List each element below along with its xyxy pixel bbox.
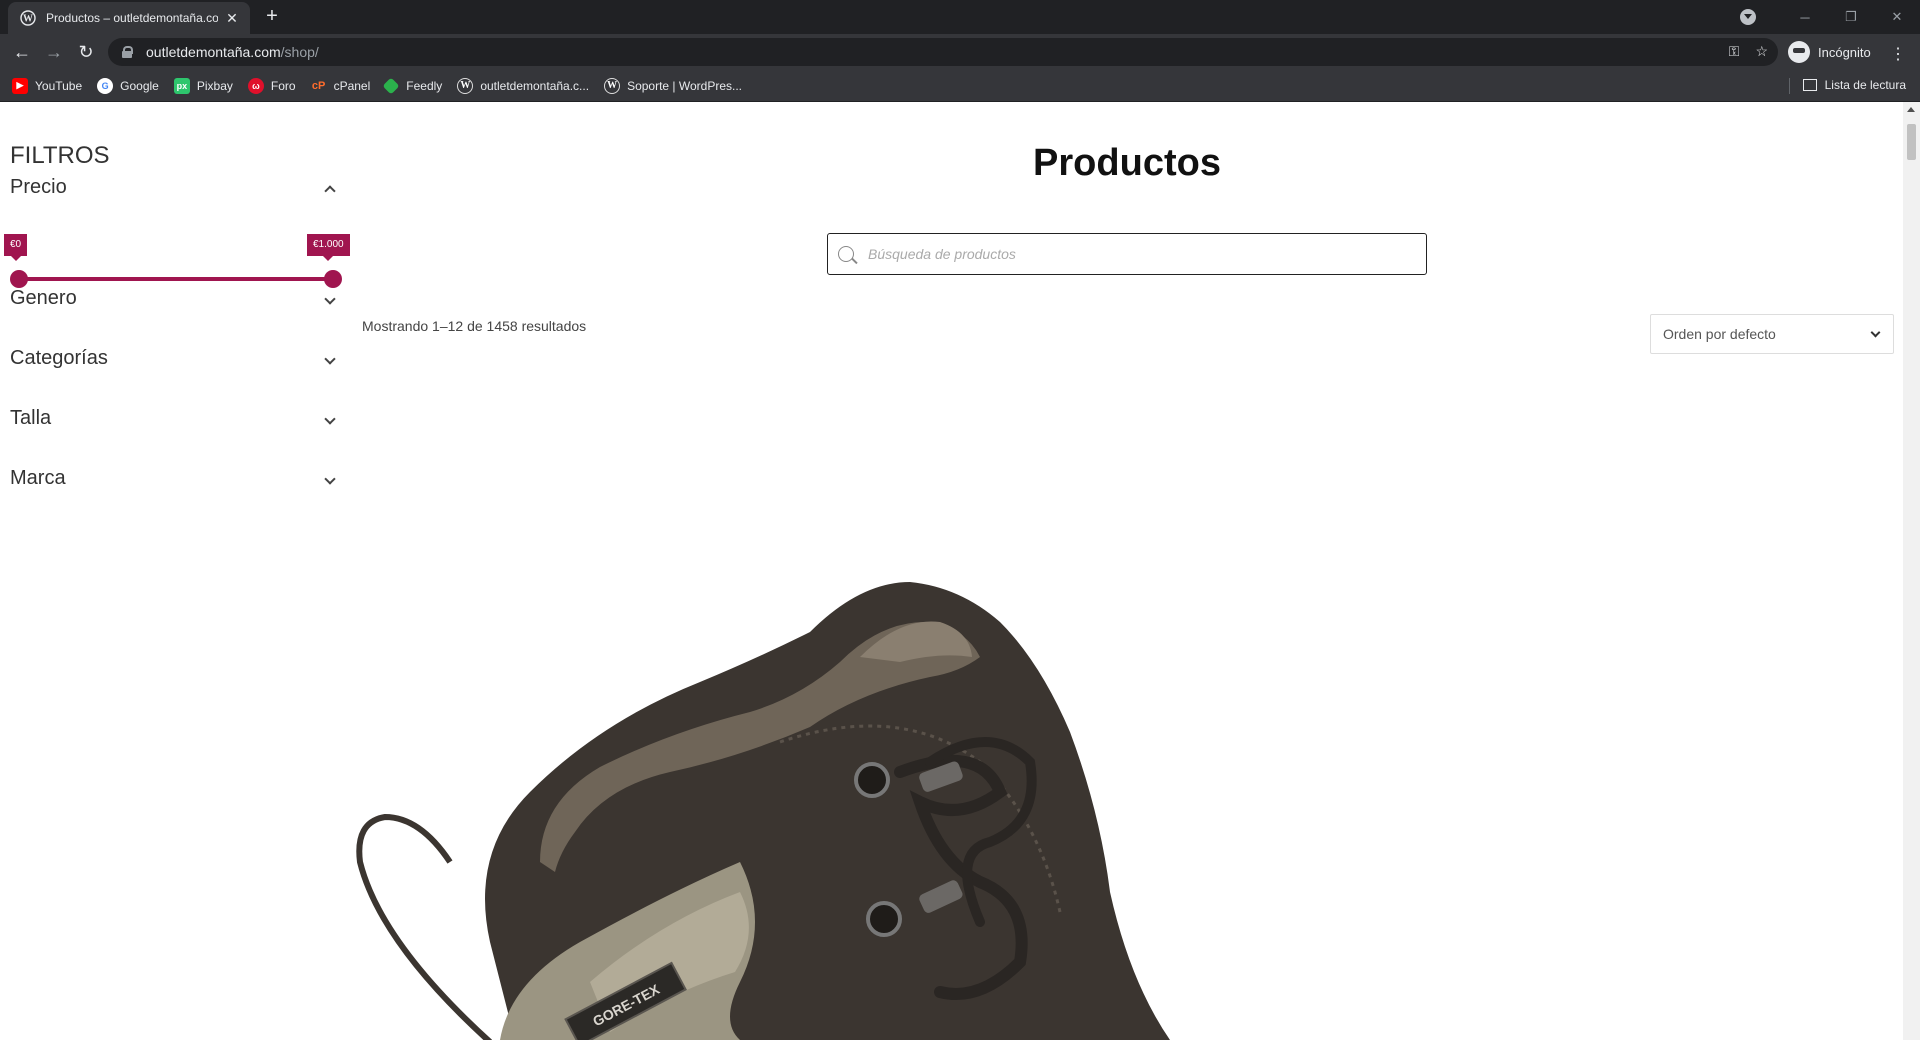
divider	[1789, 78, 1790, 94]
chevron-down-icon	[1870, 327, 1881, 337]
page-title: Productos	[1033, 142, 1221, 184]
chevron-down-icon	[324, 352, 336, 365]
minimize-icon[interactable]: ─	[1782, 0, 1828, 34]
facet-marca[interactable]: Marca	[10, 467, 340, 490]
chevron-up-icon	[324, 184, 336, 197]
pixabay-icon: px	[173, 77, 190, 94]
profile-label: Incógnito	[1818, 44, 1871, 60]
bookmark-label: cPanel	[333, 78, 371, 93]
facet-label: Genero	[10, 287, 77, 309]
bookmark-star-icon[interactable]: ☆	[1755, 43, 1768, 60]
product-search[interactable]	[827, 233, 1427, 275]
chevron-down-icon	[324, 472, 336, 485]
price-filter-header[interactable]: Precio	[10, 176, 340, 199]
url-path: /shop/	[280, 44, 319, 60]
facet-label: Marca	[10, 467, 66, 489]
price-min-handle[interactable]	[10, 270, 28, 288]
incognito-icon	[1788, 41, 1810, 63]
incognito-profile-button[interactable]: Incógnito	[1788, 39, 1871, 65]
bookmarks-bar: ▶ YouTube G Google px Pixbay ω Foro cP c…	[0, 70, 1920, 102]
scrollbar-thumb[interactable]	[1907, 124, 1916, 160]
web-page: FILTROS Precio €0 €1.000 Genero Categorí…	[0, 102, 1920, 1040]
chevron-down-icon	[324, 292, 336, 305]
feedly-icon	[382, 77, 400, 94]
facet-genero[interactable]: Genero	[10, 287, 340, 310]
bookmark-soporte-wordpress[interactable]: W Soporte | WordPres...	[604, 77, 743, 94]
browser-tab-active[interactable]: W Productos – outletdemontaña.co ✕	[8, 2, 250, 34]
bookmark-label: Soporte | WordPres...	[627, 78, 743, 93]
close-tab-icon[interactable]: ✕	[224, 10, 240, 27]
cpanel-icon: cP	[311, 79, 326, 92]
wordpress-icon: W	[604, 77, 621, 94]
price-max-handle[interactable]	[324, 270, 342, 288]
tab-search-icon[interactable]	[1740, 9, 1756, 25]
bookmark-label: outletdemontaña.c...	[480, 78, 590, 93]
wordpress-icon: W	[20, 10, 36, 26]
address-bar[interactable]: outletdemontaña.com /shop/ ⚿ ☆	[108, 38, 1778, 66]
results-count: Mostrando 1–12 de 1458 resultados	[362, 318, 587, 334]
scroll-up-icon[interactable]	[1907, 107, 1915, 112]
wordpress-icon: W	[457, 77, 474, 94]
price-max-tooltip: €1.000	[307, 234, 350, 261]
price-min-tooltip: €0	[4, 234, 28, 261]
reading-list-icon	[1802, 79, 1817, 91]
bookmark-pixbay[interactable]: px Pixbay	[173, 77, 233, 94]
svg-text:W: W	[23, 14, 33, 25]
bookmark-foro[interactable]: ω Foro	[247, 77, 296, 94]
bookmark-google[interactable]: G Google	[97, 77, 159, 94]
browser-toolbar: ← → ↻ outletdemontaña.com /shop/ ⚿ ☆ Inc…	[0, 34, 1920, 70]
back-icon[interactable]: ←	[10, 40, 34, 64]
youtube-icon: ▶	[12, 77, 28, 94]
reading-list-label: Lista de lectura	[1824, 78, 1906, 92]
sort-label: Orden por defecto	[1663, 326, 1776, 342]
restore-icon[interactable]: ❐	[1828, 0, 1874, 34]
tab-title: Productos – outletdemontaña.co	[46, 11, 218, 25]
facet-talla[interactable]: Talla	[10, 407, 340, 430]
filters-sidebar: FILTROS Precio €0 €1.000 Genero Categorí…	[4, 142, 350, 489]
key-icon[interactable]: ⚿	[1729, 43, 1740, 60]
bookmark-cpanel[interactable]: cP cPanel	[311, 78, 371, 94]
url-host: outletdemontaña.com	[146, 44, 281, 60]
tab-strip: W Productos – outletdemontaña.co ✕ + ─ ❐…	[0, 0, 1920, 34]
bookmark-feedly[interactable]: Feedly	[382, 77, 443, 94]
menu-icon[interactable]: ⋮	[1890, 44, 1906, 64]
new-tab-icon[interactable]: +	[262, 6, 282, 26]
reload-icon[interactable]: ↻	[74, 40, 98, 64]
lock-icon[interactable]	[122, 46, 133, 58]
google-icon: G	[97, 77, 114, 94]
bookmark-label: Foro	[270, 78, 296, 93]
filters-title: FILTROS	[10, 142, 110, 169]
close-window-icon[interactable]: ✕	[1874, 0, 1920, 34]
facet-label: Talla	[10, 407, 52, 429]
bookmark-label: Google	[120, 78, 159, 93]
forum-icon: ω	[247, 77, 264, 94]
bookmark-label: Pixbay	[196, 78, 233, 93]
window-controls: ─ ❐ ✕	[1740, 0, 1920, 34]
bookmark-label: YouTube	[35, 78, 83, 93]
scrollbar[interactable]	[1903, 102, 1920, 1040]
product-image-hiking-boot[interactable]: GORE-TEX	[340, 562, 1240, 1040]
chevron-down-icon	[324, 412, 336, 425]
price-filter-label: Precio	[10, 176, 67, 198]
facet-categorias[interactable]: Categorías	[10, 347, 340, 370]
bookmark-outletdemontana[interactable]: W outletdemontaña.c...	[457, 77, 590, 94]
price-slider-track[interactable]	[18, 277, 332, 281]
facet-label: Categorías	[10, 347, 108, 369]
reading-list-button[interactable]: Lista de lectura	[1802, 78, 1906, 92]
search-icon	[838, 246, 854, 262]
search-input[interactable]	[868, 246, 1408, 262]
sort-select[interactable]: Orden por defecto	[1650, 314, 1894, 354]
bookmark-label: Feedly	[406, 78, 443, 93]
forward-icon[interactable]: →	[42, 40, 66, 64]
bookmark-youtube[interactable]: ▶ YouTube	[12, 77, 83, 94]
